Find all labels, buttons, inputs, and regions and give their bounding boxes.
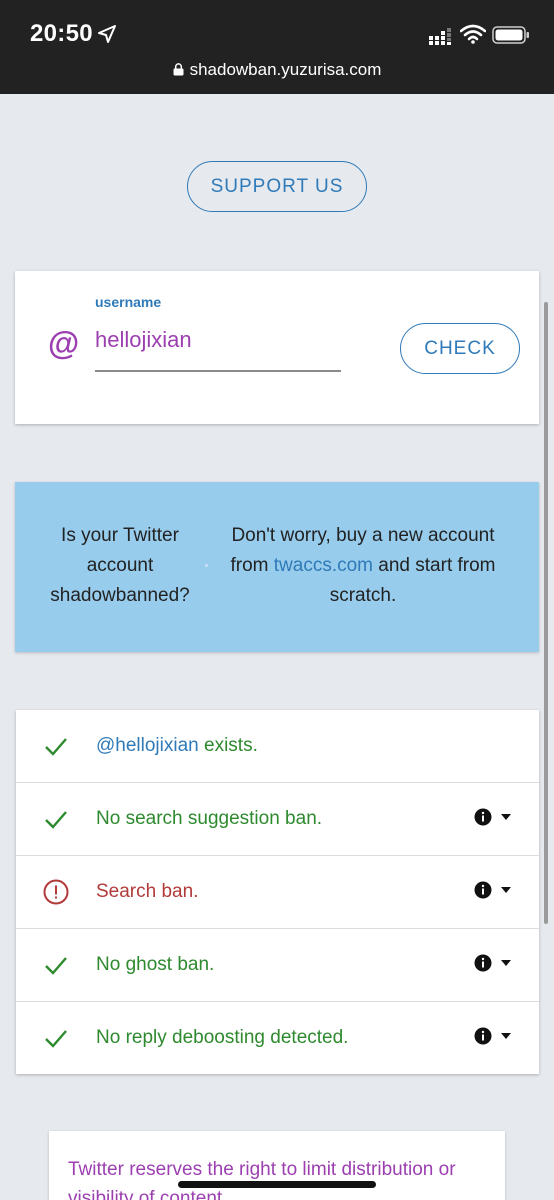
at-symbol-icon: @ — [48, 325, 80, 361]
check-icon — [45, 811, 67, 829]
results-list: @hellojixian exists. No search suggestio… — [16, 710, 539, 1074]
chevron-down-icon[interactable] — [501, 1033, 511, 1039]
info-icon[interactable] — [474, 1027, 492, 1045]
result-row-reply-deboosting[interactable]: No reply deboosting detected. — [16, 1002, 539, 1075]
result-exists-text: exists. — [204, 735, 258, 756]
check-icon — [45, 738, 67, 756]
info-icon[interactable] — [474, 808, 492, 826]
result-text: No reply deboosting detected. — [96, 1027, 349, 1048]
notice-card: Twitter reserves the right to limit dist… — [49, 1131, 505, 1200]
check-button[interactable]: CHECK — [400, 323, 520, 374]
result-row-exists: @hellojixian exists. — [16, 710, 539, 783]
result-text: No search suggestion ban. — [96, 808, 323, 829]
result-handle[interactable]: @hellojixian — [96, 735, 199, 756]
status-time: 20:50 — [30, 20, 93, 47]
ad-question: Is your Twitter account shadowbanned? — [50, 525, 190, 606]
result-row-ghost-ban[interactable]: No ghost ban. — [16, 929, 539, 1002]
status-bar: 20:50 shadowban.yuzurisa.com — [0, 0, 554, 94]
chevron-down-icon[interactable] — [501, 814, 511, 820]
info-icon[interactable] — [474, 954, 492, 972]
username-input[interactable]: hellojixian — [95, 327, 192, 353]
url-text: shadowban.yuzurisa.com — [189, 60, 382, 79]
check-icon — [45, 1030, 67, 1048]
scrollbar[interactable] — [544, 302, 548, 924]
lock-icon — [173, 63, 184, 76]
wifi-icon — [460, 24, 486, 44]
result-row-search-ban[interactable]: Search ban. — [16, 856, 539, 929]
result-text: @hellojixian exists. — [96, 735, 258, 757]
info-icon[interactable] — [474, 881, 492, 899]
location-arrow-icon — [98, 25, 116, 43]
support-us-button[interactable]: SUPPORT US — [187, 161, 367, 212]
notice-text: Twitter reserves the right to limit dist… — [68, 1159, 456, 1200]
input-underline — [95, 370, 341, 372]
username-label: username — [95, 294, 162, 310]
ad-offer: Don't worry, buy a new account from twac… — [213, 521, 513, 611]
result-text: Search ban. — [96, 881, 199, 902]
result-text: No ghost ban. — [96, 954, 215, 975]
battery-icon — [492, 26, 529, 44]
check-icon — [45, 957, 67, 975]
alert-circle-icon — [43, 879, 69, 905]
ad-link[interactable]: twaccs.com — [274, 555, 373, 576]
username-search-card: @ username hellojixian CHECK — [15, 271, 539, 424]
cellular-signal-icon — [429, 28, 451, 45]
result-row-search-suggestion[interactable]: No search suggestion ban. — [16, 783, 539, 856]
ad-divider-dot — [205, 564, 208, 567]
chevron-down-icon[interactable] — [501, 960, 511, 966]
home-indicator[interactable] — [178, 1181, 376, 1188]
ad-banner[interactable]: Is your Twitter account shadowbanned? Do… — [15, 482, 539, 652]
chevron-down-icon[interactable] — [501, 887, 511, 893]
address-bar[interactable]: shadowban.yuzurisa.com — [0, 60, 554, 80]
